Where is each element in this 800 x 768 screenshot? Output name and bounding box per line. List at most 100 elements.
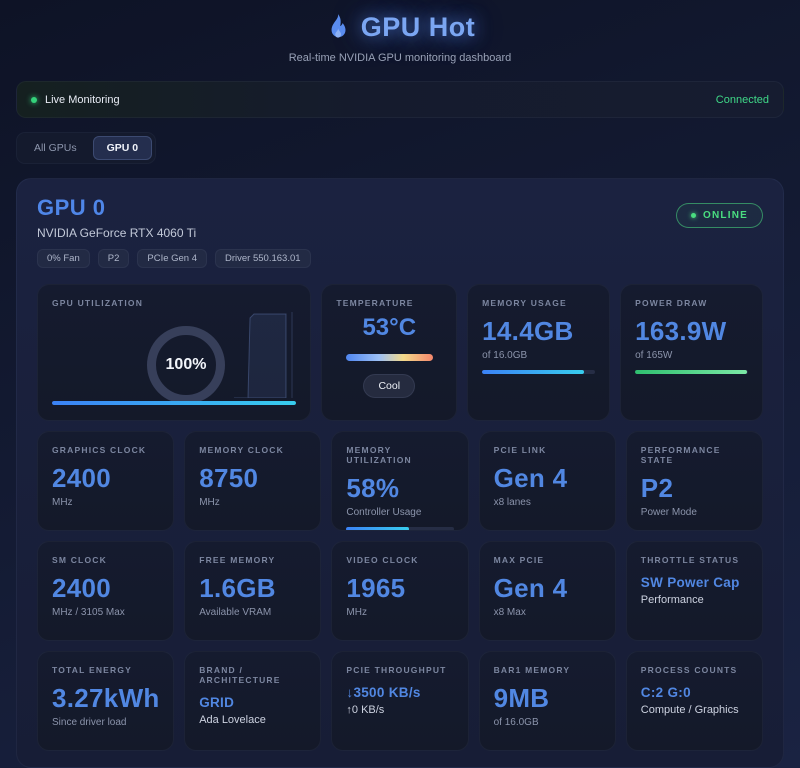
card-value: 1.6GB (199, 573, 306, 604)
page-subtitle: Real-time NVIDIA GPU monitoring dashboar… (0, 52, 800, 64)
card-sub: of 16.0GB (494, 717, 601, 728)
gpu-badge-row: 0% Fan P2 PCIe Gen 4 Driver 550.163.01 (37, 249, 311, 268)
gpu-panel: GPU 0 NVIDIA GeForce RTX 4060 Ti 0% Fan P… (16, 178, 784, 768)
stat-card-throttle-status: THROTTLE STATUS SW Power Cap Performance (626, 541, 763, 641)
memory-usage-sub: of 16.0GB (482, 350, 595, 361)
stat-card-memory-utilization: MEMORY UTILIZATION 58% Controller Usage (331, 431, 468, 531)
card-label: FREE MEMORY (199, 555, 306, 565)
card-label: GPU UTILIZATION (52, 298, 296, 308)
temperature-gradient-bar (346, 354, 433, 361)
stat-card-free-memory: FREE MEMORY 1.6GB Available VRAM (184, 541, 321, 641)
card-label: MEMORY UTILIZATION (346, 445, 453, 465)
card-value: 58% (346, 473, 453, 504)
gpu-badge-0: 0% Fan (37, 249, 90, 268)
stat-card-memory-usage: MEMORY USAGE 14.4GB of 16.0GB (467, 284, 610, 421)
card-value: Gen 4 (494, 573, 601, 604)
card-value: 2400 (52, 573, 159, 604)
card-label: BAR1 MEMORY (494, 665, 601, 675)
live-monitoring-bar: Live Monitoring Connected (16, 81, 784, 118)
card-label: MEMORY CLOCK (199, 445, 306, 455)
tab-all-gpus[interactable]: All GPUs (20, 136, 91, 160)
gpu-badge-2: PCIe Gen 4 (137, 249, 207, 268)
power-draw-sub: of 165W (635, 350, 748, 361)
card-label: SM CLOCK (52, 555, 159, 565)
card-sub: Available VRAM (199, 607, 306, 618)
card-sub: Performance (641, 594, 748, 606)
memory-usage-value: 14.4GB (482, 316, 595, 347)
card-value: 2400 (52, 463, 159, 494)
card-sub: Controller Usage (346, 507, 453, 518)
utilization-sparkline (234, 312, 296, 398)
card-value: SW Power Cap (641, 575, 748, 590)
app-header: GPU Hot Real-time NVIDIA GPU monitoring … (0, 0, 800, 64)
card-sub: Compute / Graphics (641, 704, 748, 716)
card-sub: MHz / 3105 Max (52, 607, 159, 618)
card-label: TEMPERATURE (336, 298, 442, 308)
card-label: MAX PCIE (494, 555, 601, 565)
card-sub: x8 lanes (494, 497, 601, 508)
card-sub: MHz (346, 607, 453, 618)
live-status-dot (31, 97, 37, 103)
card-value: Gen 4 (494, 463, 601, 494)
memory-usage-progress (482, 370, 595, 374)
stat-card-process-counts: PROCESS COUNTS C:2 G:0 Compute / Graphics (626, 651, 763, 751)
card-value: 1965 (346, 573, 453, 604)
card-value: 3.27kWh (52, 683, 159, 714)
stat-card-memory-clock: MEMORY CLOCK 8750 MHz (184, 431, 321, 531)
gpu-tabs: All GPUs GPU 0 (16, 132, 156, 164)
stat-card-temperature: TEMPERATURE 53°C Cool (321, 284, 457, 421)
card-sub: x8 Max (494, 607, 601, 618)
card-label: PCIE LINK (494, 445, 601, 455)
temperature-value: 53°C (336, 314, 442, 342)
utilization-progress (52, 401, 296, 405)
power-draw-progress (635, 370, 748, 374)
flame-icon (325, 13, 351, 43)
card-value: P2 (641, 473, 748, 504)
stat-card-gpu-utilization: GPU UTILIZATION 100% (37, 284, 311, 421)
card-value: 8750 (199, 463, 306, 494)
card-label: PROCESS COUNTS (641, 665, 748, 675)
card-sub: MHz (52, 497, 159, 508)
gpu-badge-1: P2 (98, 249, 130, 268)
stat-card-max-pcie: MAX PCIE Gen 4 x8 Max (479, 541, 616, 641)
gpu-title: GPU 0 (37, 195, 311, 221)
online-badge: ONLINE (676, 203, 763, 228)
card-sub: Ada Lovelace (199, 714, 306, 726)
stat-card-brand-architecture: BRAND / ARCHITECTUREGRIDAda Lovelace (184, 651, 321, 751)
card-label: MEMORY USAGE (482, 298, 595, 308)
power-draw-value: 163.9W (635, 316, 748, 347)
online-dot-icon (691, 213, 696, 218)
card-label: THROTTLE STATUS (641, 555, 748, 565)
stat-card-total-energy: TOTAL ENERGY 3.27kWh Since driver load (37, 651, 174, 751)
stat-card-performance-state: PERFORMANCE STATE P2 Power Mode (626, 431, 763, 531)
card-value: C:2 G:0 (641, 685, 748, 700)
utilization-gauge: 100% (147, 326, 225, 404)
card-label: TOTAL ENERGY (52, 665, 159, 675)
stat-card-pcie-link: PCIE LINK Gen 4 x8 lanes (479, 431, 616, 531)
stat-card-pcie-throughput: PCIE THROUGHPUT ↓3500 KB/s ↑0 KB/s (331, 651, 468, 751)
stat-card-power-draw: POWER DRAW 163.9W of 165W (620, 284, 763, 421)
card-value: ↓3500 KB/s (346, 685, 453, 700)
tab-gpu-0[interactable]: GPU 0 (93, 136, 153, 160)
card-sub: ↑0 KB/s (346, 704, 453, 716)
live-monitoring-label: Live Monitoring (45, 94, 120, 106)
card-label: PCIE THROUGHPUT (346, 665, 453, 675)
temperature-status-badge: Cool (363, 374, 415, 398)
page-title: GPU Hot (361, 12, 476, 43)
stat-card-bar1-memory: BAR1 MEMORY 9MB of 16.0GB (479, 651, 616, 751)
stat-card-graphics-clock: GRAPHICS CLOCK2400MHz (37, 431, 174, 531)
card-sub: Since driver load (52, 717, 159, 728)
stat-card-sm-clock: SM CLOCK 2400 MHz / 3105 Max (37, 541, 174, 641)
gpu-name: NVIDIA GeForce RTX 4060 Ti (37, 226, 311, 240)
card-label: POWER DRAW (635, 298, 748, 308)
card-sub: Power Mode (641, 507, 748, 518)
card-value: 9MB (494, 683, 601, 714)
card-progress (346, 527, 453, 531)
stat-card-video-clock: VIDEO CLOCK 1965 MHz (331, 541, 468, 641)
gpu-badge-3: Driver 550.163.01 (215, 249, 311, 268)
card-value: GRID (199, 695, 306, 710)
card-label: VIDEO CLOCK (346, 555, 453, 565)
card-sub: MHz (199, 497, 306, 508)
card-label: PERFORMANCE STATE (641, 445, 748, 465)
utilization-value: 100% (166, 356, 207, 374)
